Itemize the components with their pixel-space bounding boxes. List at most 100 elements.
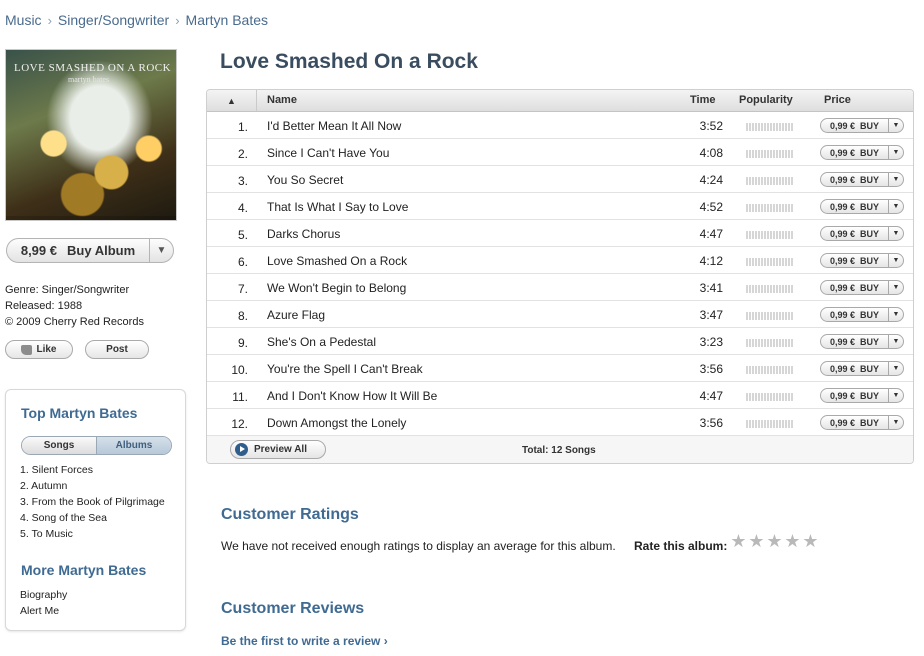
buy-track-main[interactable]: 0,99 € BUY (821, 202, 888, 212)
track-row[interactable]: 4. That Is What I Say to Love 4:52 0,99 € BU… (207, 193, 913, 220)
buy-track-dropdown-icon[interactable]: ▼ (888, 335, 903, 348)
track-time: 4:47 (699, 389, 723, 403)
buy-track-button[interactable]: 0,99 € BUY ▼ (820, 145, 904, 160)
album-meta: Genre: Singer/Songwriter Released: 1988 … (5, 282, 144, 330)
star-icon[interactable]: ★ (802, 532, 819, 550)
popularity-bar (746, 312, 794, 320)
column-header-name[interactable]: Name (267, 94, 297, 106)
buy-track-button[interactable]: 0,99 € BUY ▼ (820, 388, 904, 403)
buy-track-button[interactable]: 0,99 € BUY ▼ (820, 307, 904, 322)
track-row[interactable]: 3. You So Secret 4:24 0,99 € BUY ▼ (207, 166, 913, 193)
buy-track-main[interactable]: 0,99 € BUY (821, 283, 888, 293)
column-header-price[interactable]: Price (824, 94, 851, 106)
buy-track-dropdown-icon[interactable]: ▼ (888, 362, 903, 375)
buy-track-dropdown-icon[interactable]: ▼ (888, 389, 903, 402)
buy-track-main[interactable]: 0,99 € BUY (821, 391, 888, 401)
breadcrumb-singer-songwriter[interactable]: Singer/Songwriter (58, 12, 169, 28)
column-header-popularity[interactable]: Popularity (739, 94, 793, 106)
track-row[interactable]: 6. Love Smashed On a Rock 4:12 0,99 € BUY ▼ (207, 247, 913, 274)
buy-track-label: BUY (860, 336, 880, 347)
buy-track-button[interactable]: 0,99 € BUY ▼ (820, 226, 904, 241)
track-name[interactable]: Down Amongst the Lonely (267, 416, 406, 430)
buy-track-button[interactable]: 0,99 € BUY ▼ (820, 253, 904, 268)
track-row[interactable]: 7. We Won't Begin to Belong 3:41 0,99 € BUY ▼ (207, 274, 913, 301)
buy-track-button[interactable]: 0,99 € BUY ▼ (820, 415, 904, 430)
track-name[interactable]: Darks Chorus (267, 227, 340, 241)
buy-track-main[interactable]: 0,99 € BUY (821, 418, 888, 428)
track-row[interactable]: 5. Darks Chorus 4:47 0,99 € BUY ▼ (207, 220, 913, 247)
top-segmented-control: Songs Albums (21, 436, 172, 455)
top-song-item[interactable]: 1. Silent Forces (20, 462, 165, 478)
star-icon[interactable]: ★ (766, 532, 783, 550)
buy-track-button[interactable]: 0,99 € BUY ▼ (820, 199, 904, 214)
buy-track-button[interactable]: 0,99 € BUY ▼ (820, 334, 904, 349)
track-name[interactable]: She's On a Pedestal (267, 335, 376, 349)
post-button[interactable]: Post (85, 340, 149, 359)
track-name[interactable]: I'd Better Mean It All Now (267, 119, 401, 133)
buy-track-button[interactable]: 0,99 € BUY ▼ (820, 361, 904, 376)
track-name[interactable]: Azure Flag (267, 308, 325, 322)
track-name[interactable]: Since I Can't Have You (267, 146, 389, 160)
buy-track-dropdown-icon[interactable]: ▼ (888, 308, 903, 321)
track-name[interactable]: We Won't Begin to Belong (267, 281, 406, 295)
buy-track-main[interactable]: 0,99 € BUY (821, 256, 888, 266)
track-row[interactable]: 1. I'd Better Mean It All Now 3:52 0,99 € BU… (207, 112, 913, 139)
breadcrumb-martyn-bates[interactable]: Martyn Bates (186, 12, 268, 28)
star-icon[interactable]: ★ (748, 532, 765, 550)
customer-reviews-heading: Customer Reviews (221, 600, 365, 617)
star-icon[interactable]: ★ (730, 532, 747, 550)
buy-track-main[interactable]: 0,99 € BUY (821, 229, 888, 239)
breadcrumb: Music › Singer/Songwriter › Martyn Bates (5, 12, 268, 28)
track-row[interactable]: 9. She's On a Pedestal 3:23 0,99 € BUY ▼ (207, 328, 913, 355)
track-name[interactable]: You So Secret (267, 173, 343, 187)
buy-track-dropdown-icon[interactable]: ▼ (888, 173, 903, 186)
track-name[interactable]: You're the Spell I Can't Break (267, 362, 423, 376)
track-row[interactable]: 8. Azure Flag 3:47 0,99 € BUY ▼ (207, 301, 913, 328)
buy-track-dropdown-icon[interactable]: ▼ (888, 200, 903, 213)
buy-track-button[interactable]: 0,99 € BUY ▼ (820, 280, 904, 295)
track-name[interactable]: Love Smashed On a Rock (267, 254, 407, 268)
track-row[interactable]: 10. You're the Spell I Can't Break 3:56 0,9… (207, 355, 913, 382)
buy-track-dropdown-icon[interactable]: ▼ (888, 254, 903, 267)
star-icon[interactable]: ★ (784, 532, 801, 550)
buy-track-main[interactable]: 0,99 € BUY (821, 175, 888, 185)
rating-stars: ★ ★ ★ ★ ★ (730, 532, 819, 550)
buy-track-main[interactable]: 0,99 € BUY (821, 310, 888, 320)
track-row[interactable]: 11. And I Don't Know How It Will Be 4:47 0,… (207, 382, 913, 409)
buy-track-main[interactable]: 0,99 € BUY (821, 148, 888, 158)
top-song-item[interactable]: 2. Autumn (20, 478, 165, 494)
preview-all-button[interactable]: Preview All (230, 440, 326, 459)
buy-track-dropdown-icon[interactable]: ▼ (888, 281, 903, 294)
top-song-item[interactable]: 5. To Music (20, 526, 165, 542)
buy-track-dropdown-icon[interactable]: ▼ (888, 119, 903, 132)
track-row[interactable]: 12. Down Amongst the Lonely 3:56 0,99 € BUY ▼ (207, 409, 913, 436)
top-song-item[interactable]: 4. Song of the Sea (20, 510, 165, 526)
buy-track-dropdown-icon[interactable]: ▼ (888, 416, 903, 429)
buy-track-button[interactable]: 0,99 € BUY ▼ (820, 172, 904, 187)
track-time: 3:56 (699, 416, 723, 430)
buy-track-dropdown-icon[interactable]: ▼ (888, 227, 903, 240)
tab-songs[interactable]: Songs (22, 437, 97, 454)
buy-track-main[interactable]: 0,99 € BUY (821, 121, 888, 131)
tab-albums[interactable]: Albums (97, 437, 171, 454)
like-button[interactable]: Like (5, 340, 73, 359)
alert-me-link[interactable]: Alert Me (20, 603, 67, 619)
buy-track-main[interactable]: 0,99 € BUY (821, 364, 888, 374)
track-row[interactable]: 2. Since I Can't Have You 4:08 0,99 € BUY ▼ (207, 139, 913, 166)
write-review-link[interactable]: Be the first to write a review › (221, 634, 388, 648)
biography-link[interactable]: Biography (20, 587, 67, 603)
track-price: 0,99 € (829, 390, 855, 401)
top-song-item[interactable]: 3. From the Book of Pilgrimage (20, 494, 165, 510)
buy-track-label: BUY (860, 120, 880, 131)
track-name[interactable]: And I Don't Know How It Will Be (267, 389, 437, 403)
buy-track-dropdown-icon[interactable]: ▼ (888, 146, 903, 159)
buy-album-dropdown-icon[interactable]: ▼ (149, 239, 173, 262)
column-header-time[interactable]: Time (690, 94, 715, 106)
buy-track-button[interactable]: 0,99 € BUY ▼ (820, 118, 904, 133)
track-name[interactable]: That Is What I Say to Love (267, 200, 408, 214)
buy-album-button[interactable]: 8,99 € Buy Album ▼ (6, 238, 174, 263)
buy-track-main[interactable]: 0,99 € BUY (821, 337, 888, 347)
breadcrumb-music[interactable]: Music (5, 12, 42, 28)
sort-up-icon[interactable]: ▲ (207, 90, 257, 111)
buy-album-main[interactable]: 8,99 € Buy Album (7, 243, 149, 258)
